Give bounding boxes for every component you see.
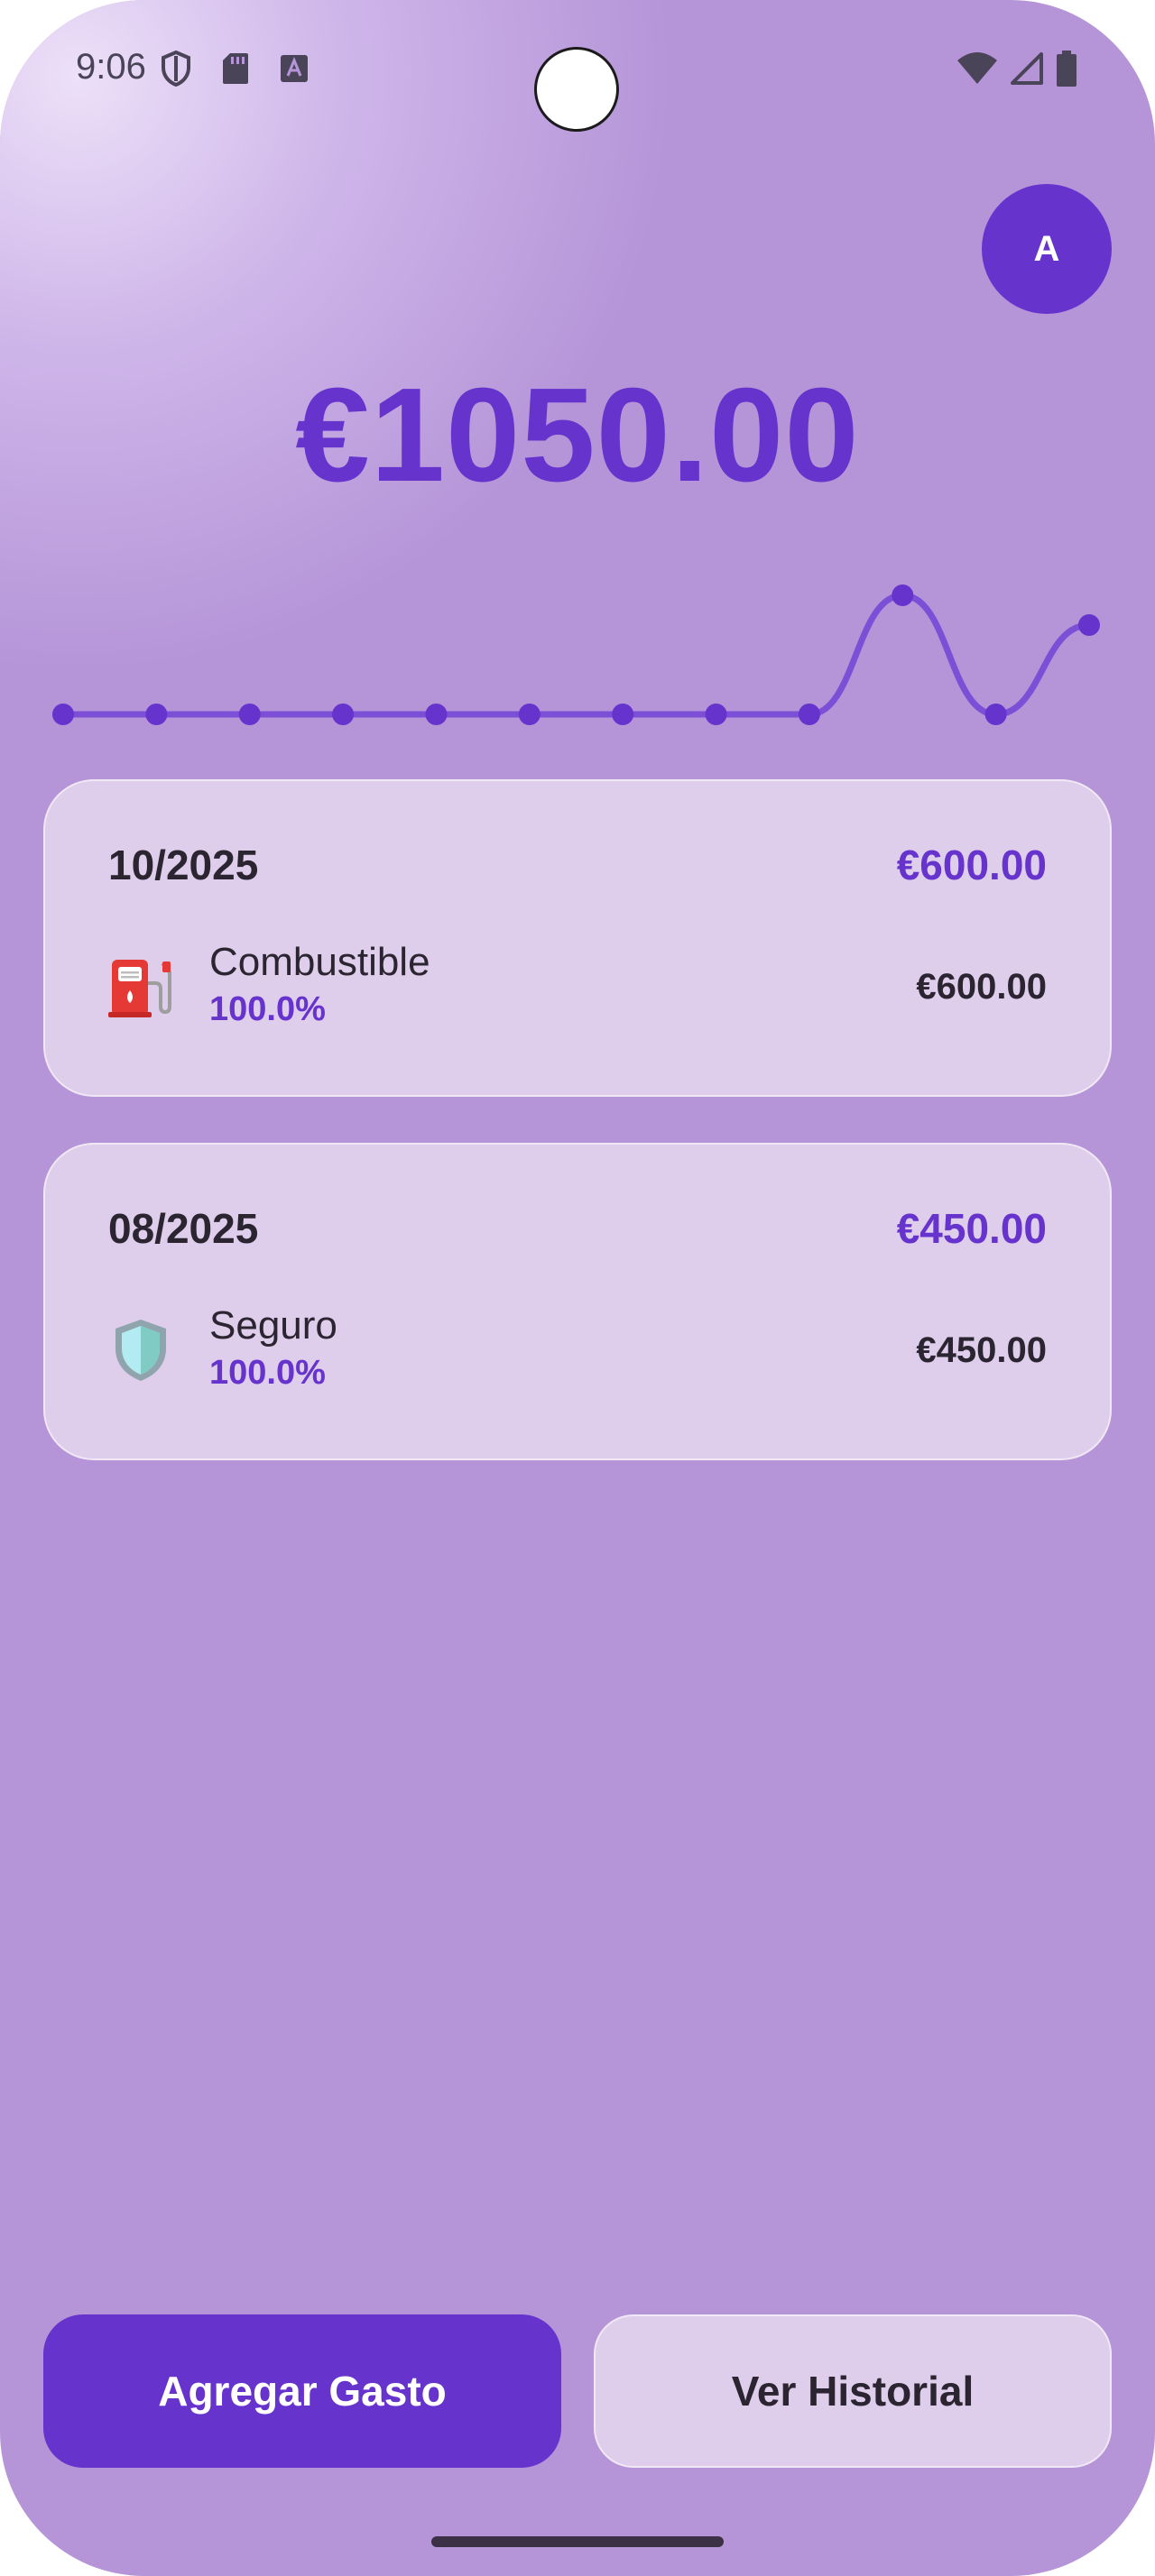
data-point <box>145 704 168 725</box>
month-date: 10/2025 <box>108 842 259 888</box>
fuel-pump-icon <box>108 960 171 1017</box>
spending-line-chart <box>52 584 1100 725</box>
data-point <box>1078 614 1100 636</box>
data-point <box>52 704 74 725</box>
app-screen: 9:06 A €1050.00 10/2025 €600.00 Combusti… <box>0 0 1155 2576</box>
camera-cutout <box>534 47 619 132</box>
month-total: €600.00 <box>896 842 1047 888</box>
category-amount: €600.00 <box>916 967 1047 1007</box>
wifi-icon <box>957 52 997 84</box>
status-time: 9:06 <box>76 47 146 87</box>
month-card[interactable]: 10/2025 €600.00 Combustible 100.0% €600.… <box>43 779 1112 1097</box>
battery-icon <box>1057 51 1076 87</box>
font-download-icon <box>281 55 308 82</box>
data-point <box>892 584 914 606</box>
sd-card-icon <box>223 53 248 84</box>
view-history-button[interactable]: Ver Historial <box>594 2314 1112 2468</box>
category-name: Combustible <box>209 940 430 984</box>
category-name: Seguro <box>209 1303 337 1348</box>
category-amount: €450.00 <box>916 1330 1047 1370</box>
data-point <box>984 704 1007 725</box>
month-total: €450.00 <box>896 1205 1047 1252</box>
signal-icon <box>1011 52 1043 85</box>
data-point <box>612 704 634 725</box>
month-date: 08/2025 <box>108 1205 259 1252</box>
profile-avatar-button[interactable]: A <box>982 184 1112 314</box>
add-expense-button[interactable]: Agregar Gasto <box>43 2314 561 2468</box>
data-point <box>425 704 448 725</box>
data-point <box>518 704 541 725</box>
month-card[interactable]: 08/2025 €450.00 Seguro 100.0% €450.00 <box>43 1143 1112 1460</box>
data-point <box>332 704 355 725</box>
category-percent: 100.0% <box>209 1354 326 1392</box>
status-right-icons <box>956 51 1077 87</box>
data-point <box>238 704 261 725</box>
data-point <box>705 704 727 725</box>
status-left-icons <box>161 51 309 87</box>
shield-icon <box>162 51 190 87</box>
shield-icon <box>116 1320 166 1381</box>
home-indicator[interactable] <box>431 2536 724 2547</box>
total-amount: €1050.00 <box>295 361 860 510</box>
data-point <box>798 704 820 725</box>
series-line <box>60 592 1093 718</box>
category-percent: 100.0% <box>209 990 326 1028</box>
